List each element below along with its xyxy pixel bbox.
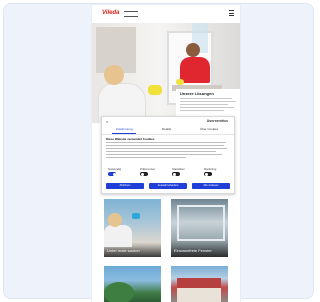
consent-tabs: Zustimmung Details Über Cookies — [102, 126, 234, 135]
toggle-switch[interactable] — [108, 172, 116, 176]
hamburger-menu-icon[interactable] — [229, 10, 234, 17]
toggle-preferences: Präferenzen — [140, 167, 166, 176]
tile-caption: Unter male sauber — [107, 248, 140, 253]
text-line — [180, 101, 236, 102]
toggle-label: Präferenzen — [140, 167, 156, 171]
consent-buttons: Ablehnen Auswahl erlauben Alle zulassen — [106, 183, 230, 189]
consent-text-line — [106, 157, 186, 158]
text-line — [180, 110, 224, 111]
consent-text-line — [106, 142, 226, 143]
allow-selection-button[interactable]: Auswahl erlauben — [149, 183, 187, 189]
brand-mark — [124, 11, 138, 17]
consent-text-line — [106, 148, 227, 149]
close-icon[interactable]: × — [106, 119, 108, 124]
toggle-label: Statistiken — [172, 167, 185, 171]
toggle-label: Marketing — [204, 167, 217, 171]
toggle-statistics: Statistiken — [172, 167, 198, 176]
consent-text-line — [106, 154, 222, 155]
site-header: Vileda — [92, 5, 240, 23]
consent-heading: Diese Website verwendet Cookies — [106, 137, 155, 141]
consent-toggles: Notwendig Präferenzen Statistiken Market… — [106, 165, 230, 177]
hero-panel-title: Unsere Lösungen — [180, 91, 214, 96]
text-line — [180, 107, 234, 108]
consent-text-line — [106, 145, 224, 146]
tab-about-cookies[interactable]: Über Cookies — [200, 127, 218, 131]
tab-details[interactable]: Details — [162, 127, 171, 131]
category-tile[interactable] — [104, 266, 161, 302]
toggle-switch[interactable] — [140, 172, 148, 176]
cookie-consent-dialog: × Usercentrics Zustimmung Details Über C… — [101, 116, 235, 194]
toggle-necessary: Notwendig — [108, 167, 134, 176]
toggle-switch[interactable] — [204, 172, 212, 176]
tab-consent[interactable]: Zustimmung — [116, 127, 133, 131]
category-tile[interactable]: Unter male sauber — [104, 199, 161, 257]
consent-brand: Usercentrics — [206, 119, 228, 123]
consent-text-line — [106, 151, 216, 152]
text-line — [180, 98, 232, 99]
text-line — [180, 104, 228, 105]
toggle-label: Notwendig — [108, 167, 122, 171]
allow-all-button[interactable]: Alle zulassen — [192, 183, 230, 189]
toggle-marketing: Marketing — [204, 167, 230, 176]
active-tab-indicator — [112, 133, 136, 134]
toggle-switch[interactable] — [172, 172, 180, 176]
site-logo[interactable]: Vileda — [102, 10, 119, 16]
deny-button[interactable]: Ablehnen — [106, 183, 144, 189]
category-tile[interactable] — [171, 266, 228, 302]
category-tile[interactable]: Einwandfreie Fenster — [171, 199, 228, 257]
tile-caption: Einwandfreie Fenster — [174, 248, 212, 253]
